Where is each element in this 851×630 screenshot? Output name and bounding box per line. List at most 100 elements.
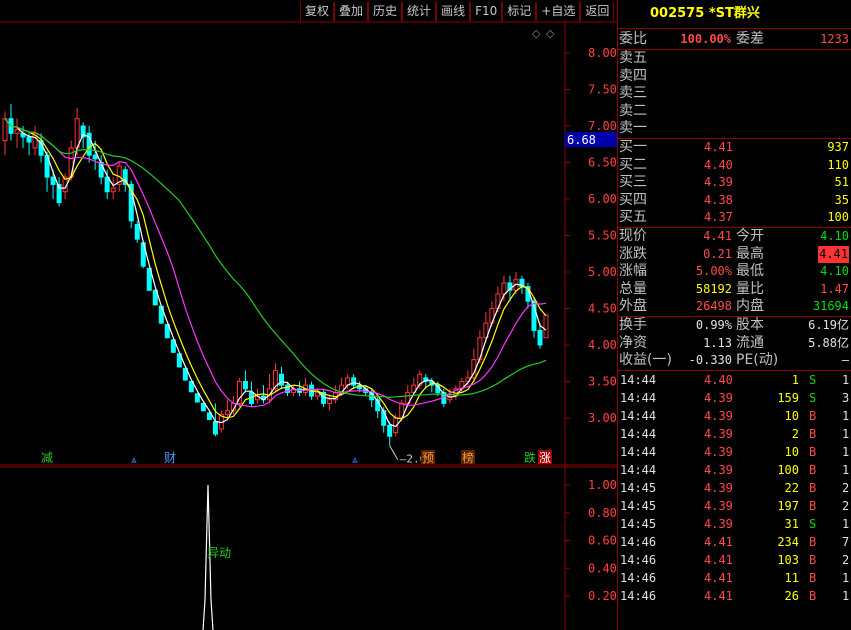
tick-side: B	[809, 426, 817, 441]
tick-time: 14:45	[620, 480, 657, 495]
tick-row[interactable]: 14:45 4.39 22 B 2	[618, 479, 851, 497]
tick-time: 14:44	[620, 444, 657, 459]
stat-row: 外盘 26498 内盘 31694	[618, 298, 851, 316]
tick-row[interactable]: 14:44 4.40 1 S 1	[618, 371, 851, 389]
bid-row: 买四 4.38 35	[618, 192, 851, 210]
price-axis-label: 7.50	[588, 83, 617, 97]
toolbar-button-5[interactable]: F10	[470, 2, 503, 21]
indicator-axis-label: 0.80	[588, 506, 617, 520]
price-axis-label: 4.50	[588, 302, 617, 316]
price-axis-label: 5.00	[588, 265, 617, 279]
toolbar-button-0[interactable]: 复权	[300, 2, 335, 21]
bid-price: 4.40	[704, 157, 733, 172]
ask-row: 卖四	[618, 68, 851, 86]
candle-body	[242, 381, 248, 390]
ask-book: 卖五 卖四 卖三 卖二 卖一	[618, 50, 851, 139]
stat2-row: 净资 1.13 流通 5.88亿	[618, 335, 851, 353]
tick-side: B	[809, 480, 817, 495]
price-axis-label: 7.00	[588, 119, 617, 133]
indicator-axis-label: 1.00	[588, 478, 617, 492]
tick-volume: 197	[777, 498, 799, 513]
tick-count: 1	[842, 588, 850, 603]
weibi-row: 委比 100.00% 委差 1233	[618, 29, 851, 50]
tick-side: S	[809, 372, 817, 387]
ma-line-green	[4, 118, 547, 399]
kline-chart-area[interactable]: ◇ ◇ 8.00 7.50 7.00 6.50 6.00 5.50 5.00 4.50 4.00 3.…	[0, 0, 617, 630]
event-arrow-icon: ⩓	[352, 455, 358, 466]
tick-row[interactable]: 14:45 4.39 197 B 2	[618, 497, 851, 515]
tick-row[interactable]: 14:44 4.39 2 B 1	[618, 425, 851, 443]
tick-row[interactable]: 14:46 4.41 11 B 1	[618, 569, 851, 587]
tick-side: S	[809, 390, 817, 405]
tick-volume: 234	[777, 534, 799, 549]
tick-price: 4.40	[704, 372, 733, 387]
toolbar-button-1[interactable]: 叠加	[334, 2, 369, 21]
bid-label: 买一	[619, 138, 647, 155]
toolbar-button-7[interactable]: +自选	[536, 2, 581, 21]
kline-chart-svg[interactable]: ◇ ◇ 8.00 7.50 7.00 6.50 6.00 5.50 5.00 4.50 4.00 3.…	[0, 0, 617, 630]
bid-label: 买五	[619, 209, 647, 226]
toolbar-button-4[interactable]: 画线	[436, 2, 471, 21]
bid-label: 买四	[619, 191, 647, 208]
toolbar-button-2[interactable]: 历史	[368, 2, 403, 21]
indicator-axis-label: 0.40	[588, 561, 617, 575]
tick-row[interactable]: 14:45 4.39 31 S 1	[618, 515, 851, 533]
tick-volume: 22	[784, 480, 799, 495]
expand-icon: ◇	[532, 27, 541, 40]
tick-row[interactable]: 14:44 4.39 10 B 1	[618, 407, 851, 425]
candle-body	[279, 373, 285, 386]
tick-row[interactable]: 14:46 4.41 103 B 2	[618, 551, 851, 569]
bid-label: 买三	[619, 174, 647, 191]
tick-side: B	[809, 588, 817, 603]
tick-volume: 10	[784, 408, 799, 423]
bid-price: 4.41	[704, 139, 733, 154]
price-axis-label: 6.50	[588, 156, 617, 170]
tick-count: 7	[842, 534, 850, 549]
tick-side: B	[809, 534, 817, 549]
tick-side: B	[809, 408, 817, 423]
indicator-label: 异动	[207, 546, 231, 560]
tick-time: 14:46	[620, 552, 657, 567]
bid-volume: 51	[834, 175, 849, 190]
price-stats: 现价 4.41 今开 4.10 涨跌 0.21 最高 4.41 涨幅 5.00% 最低 4.10 总量 5…	[618, 228, 851, 317]
candle-body	[104, 176, 110, 193]
event-mark: 涨	[539, 450, 551, 465]
toolbar-button-6[interactable]: 标记	[502, 2, 537, 21]
tick-time: 14:44	[620, 462, 657, 477]
tick-price: 4.41	[704, 588, 733, 603]
stat-row: 涨幅 5.00% 最低 4.10	[618, 263, 851, 281]
tick-row[interactable]: 14:44 4.39 10 B 1	[618, 443, 851, 461]
tick-count: 1	[842, 462, 850, 477]
stat2-label: 换手	[619, 316, 647, 333]
tick-list[interactable]: 14:44 4.40 1 S 1 14:44 4.39 159 S 3 14:44 4.39 10 B 1 1…	[618, 371, 851, 605]
stat-value-2: 4.10	[820, 228, 849, 243]
tick-count: 2	[842, 498, 850, 513]
stat2-label-2: 股本	[736, 316, 764, 333]
stock-name: *ST群兴	[708, 6, 760, 21]
event-arrow-icon: ⩓	[131, 455, 137, 466]
tick-count: 1	[842, 570, 850, 585]
tick-row[interactable]: 14:46 4.41 234 B 7	[618, 533, 851, 551]
current-price-tag: 6.68	[567, 133, 596, 147]
toolbar-button-8[interactable]: 返回	[580, 2, 615, 21]
event-mark: 财	[164, 451, 176, 465]
bid-price: 4.39	[704, 175, 733, 190]
tick-side: B	[809, 462, 817, 477]
weibi-label: 委比	[619, 31, 647, 47]
tick-time: 14:45	[620, 516, 657, 531]
ask-label: 卖一	[619, 120, 647, 137]
bid-label: 买二	[619, 156, 647, 173]
tick-row[interactable]: 14:44 4.39 159 S 3	[618, 389, 851, 407]
toolbar-button-3[interactable]: 统计	[402, 2, 437, 21]
stock-title: 002575 *ST群兴	[618, 0, 851, 29]
candle-body	[14, 129, 20, 134]
bid-row: 买五 4.37 100	[618, 209, 851, 227]
tick-price: 4.39	[704, 516, 733, 531]
price-axis-label: 3.50	[588, 375, 617, 389]
bid-book: 买一 4.41 937 买二 4.40 110 买三 4.39 51 买四 4.38 35 买五 4.37…	[618, 139, 851, 228]
candle-body	[537, 329, 543, 346]
tick-row[interactable]: 14:44 4.39 100 B 1	[618, 461, 851, 479]
tick-row[interactable]: 14:46 4.41 26 B 1	[618, 587, 851, 605]
tick-time: 14:45	[620, 498, 657, 513]
stat-label-2: 今开	[736, 227, 764, 244]
